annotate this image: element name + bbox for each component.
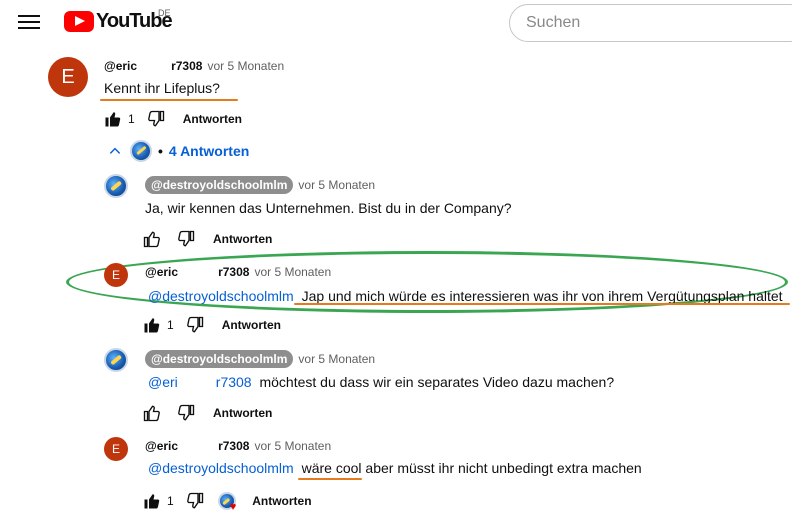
comment-header: @eric r7308 vor 5 Monaten [104, 59, 284, 73]
chevron-up-icon [109, 147, 121, 154]
dislike-icon[interactable] [184, 490, 206, 512]
menu-icon[interactable] [18, 12, 40, 34]
avatar [130, 140, 152, 162]
annotation-underline [298, 478, 362, 480]
comment-actions: Antworten [141, 228, 272, 250]
replies-toggle[interactable]: • 4 Antworten [108, 140, 249, 162]
comment-time[interactable]: vor 5 Monaten [207, 59, 284, 73]
reply-button[interactable]: Antworten [213, 232, 272, 246]
reply-button[interactable]: Antworten [183, 112, 242, 126]
youtube-logo[interactable]: YouTube [64, 10, 173, 33]
comment-time[interactable]: vor 5 Monaten [298, 352, 375, 366]
mention-link[interactable]: @eri r7308 [148, 374, 252, 390]
comment-header: @destroyoldschoolmlm vor 5 Monaten [145, 176, 375, 194]
comment-header: @eric r7308 vor 5 Monaten [145, 439, 331, 453]
region-label: DE [158, 8, 171, 18]
comment-text: Kennt ihr Lifeplus? [104, 80, 220, 96]
replies-count: 4 Antworten [168, 143, 250, 159]
like-count: 1 [167, 318, 174, 332]
annotation-underline [100, 99, 238, 101]
like-count: 1 [167, 494, 174, 508]
dislike-icon[interactable] [184, 314, 206, 336]
comment-author[interactable]: @eric r7308 [145, 265, 249, 279]
mention-link[interactable]: @destroyoldschoolmlm [148, 288, 294, 304]
avatar[interactable]: E [104, 437, 128, 461]
comment-actions: 1 Antworten [102, 108, 242, 130]
avatar[interactable]: E [104, 263, 128, 287]
mention-link[interactable]: @destroyoldschoolmlm [148, 460, 294, 476]
reply-button[interactable]: Antworten [222, 318, 281, 332]
dislike-icon[interactable] [175, 402, 197, 424]
comment-actions: 1 ♥ Antworten [141, 490, 312, 513]
avatar[interactable]: E [48, 57, 88, 97]
heart-icon: ♥ [229, 501, 237, 513]
like-icon[interactable] [102, 108, 124, 130]
like-icon[interactable] [141, 490, 163, 512]
comment-header: @eric r7308 vor 5 Monaten [145, 265, 331, 279]
comment-text: @destroyoldschoolmlm Jap und mich würde … [148, 288, 783, 304]
comment-time[interactable]: vor 5 Monaten [298, 178, 375, 192]
like-icon[interactable] [141, 402, 163, 424]
annotation-underline [294, 303, 790, 305]
reply-button[interactable]: Antworten [252, 494, 311, 508]
search-box[interactable] [509, 4, 792, 42]
comment-author[interactable]: @eric r7308 [145, 439, 249, 453]
comment-text: @destroyoldschoolmlm wäre cool aber müss… [148, 460, 642, 476]
avatar[interactable] [104, 174, 128, 198]
comment-time[interactable]: vor 5 Monaten [254, 265, 331, 279]
comment-author[interactable]: @eric r7308 [104, 59, 202, 73]
youtube-play-icon [64, 11, 94, 32]
dislike-icon[interactable] [175, 228, 197, 250]
creator-chip[interactable]: @destroyoldschoolmlm [145, 350, 294, 368]
like-icon[interactable] [141, 314, 163, 336]
comment-header: @destroyoldschoolmlm vor 5 Monaten [145, 350, 375, 368]
comment-text: @eri r7308 möchtest du dass wir ein separ… [148, 374, 615, 390]
like-count: 1 [128, 112, 135, 126]
search-input[interactable] [526, 14, 786, 32]
comment-actions: 1 Antworten [141, 314, 281, 336]
avatar[interactable] [104, 348, 128, 372]
comment-time[interactable]: vor 5 Monaten [254, 439, 331, 453]
reply-button[interactable]: Antworten [213, 406, 272, 420]
comment-text: Ja, wir kennen das Unternehmen. Bist du … [145, 200, 512, 216]
creator-chip[interactable]: @destroyoldschoolmlm [145, 176, 294, 194]
like-icon[interactable] [141, 228, 163, 250]
comment-actions: Antworten [141, 402, 272, 424]
dislike-icon[interactable] [145, 108, 167, 130]
